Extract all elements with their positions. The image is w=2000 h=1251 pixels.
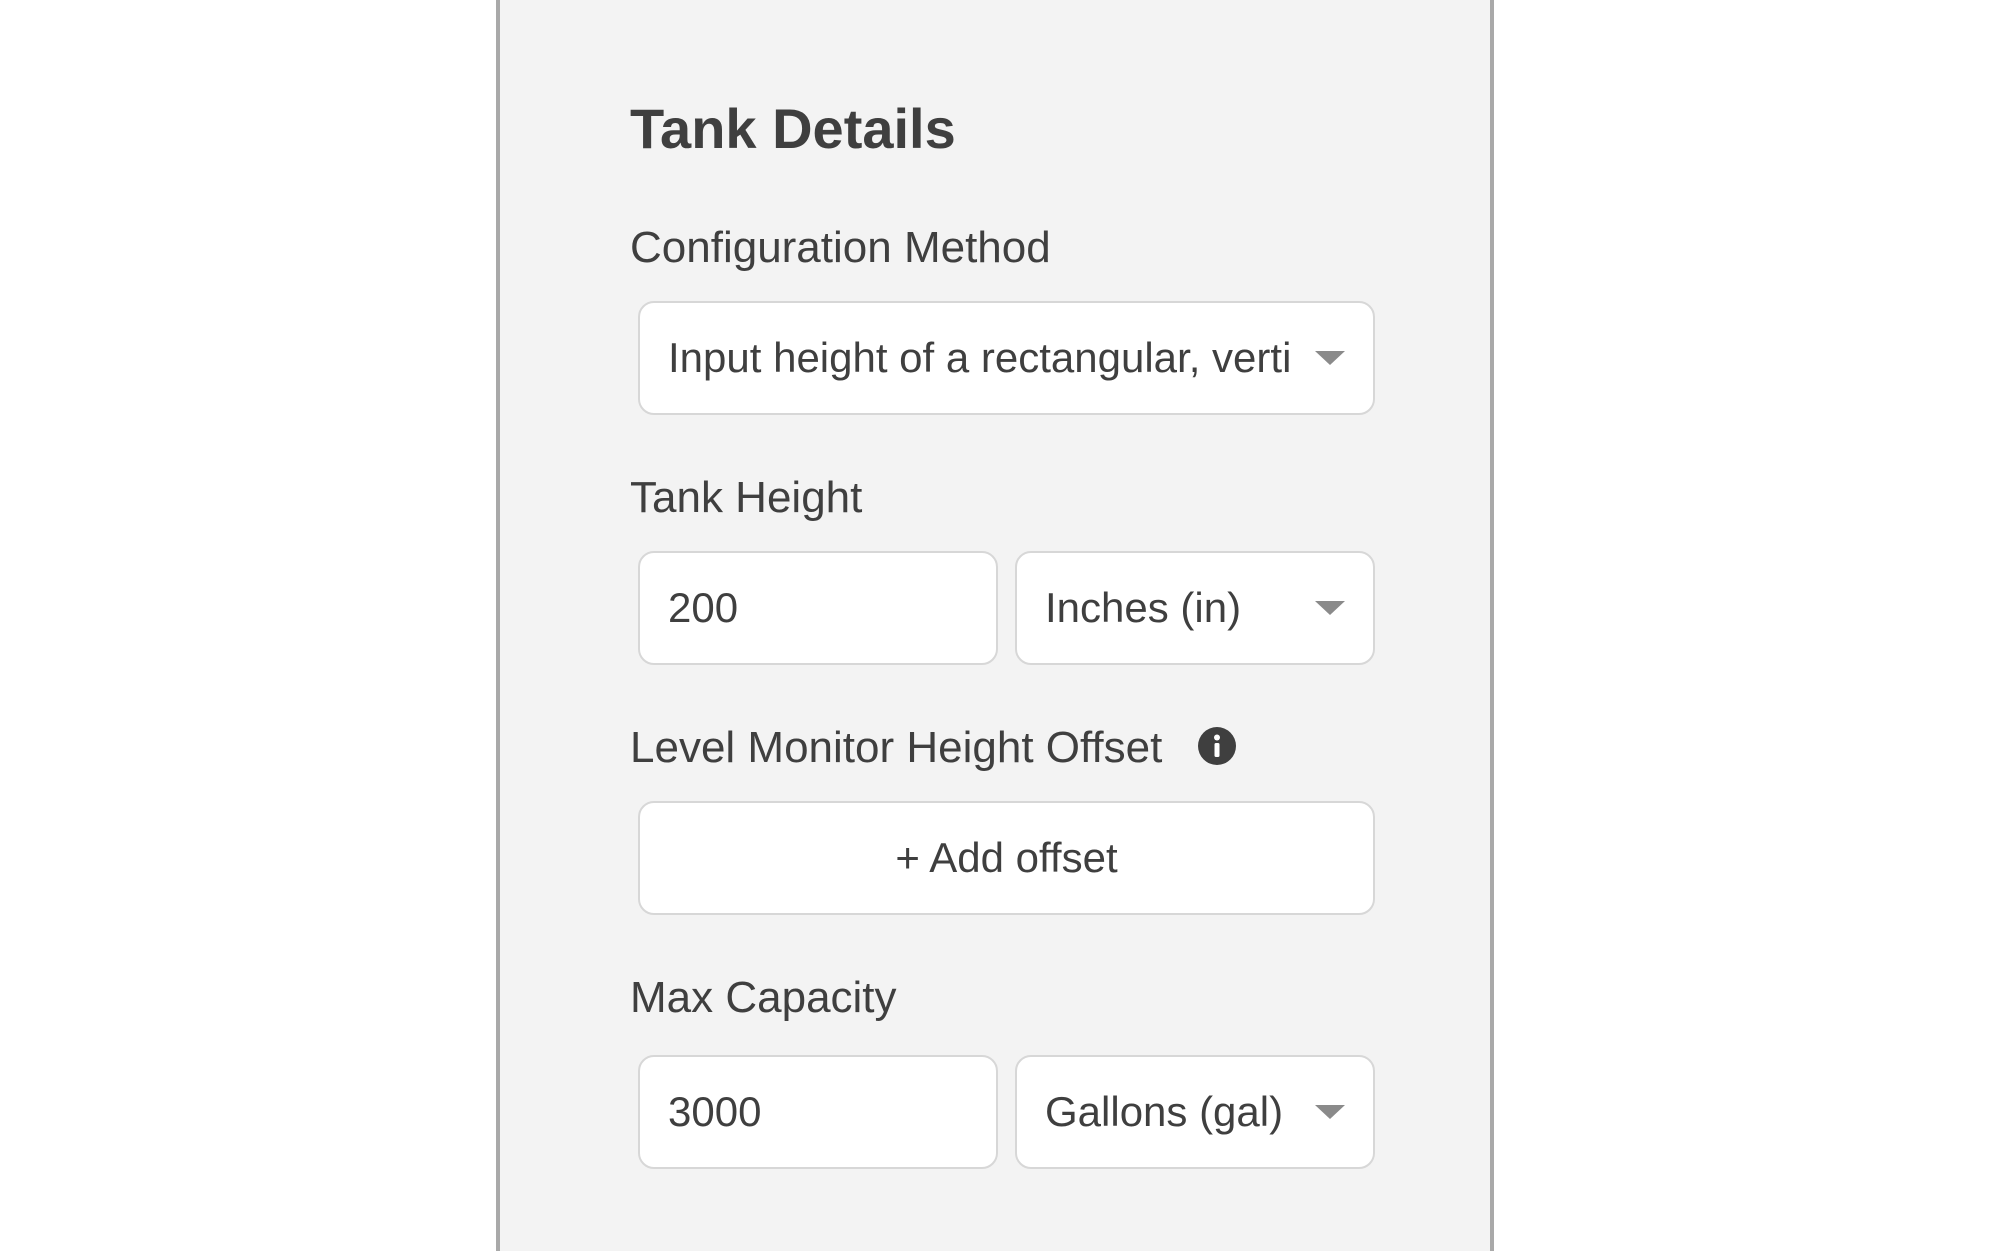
chevron-down-icon [1315, 601, 1345, 615]
max-capacity-value: 3000 [668, 1088, 762, 1135]
configuration-method-value: Input height of a rectangular, verti [668, 334, 1292, 381]
tank-height-input[interactable]: 200 [638, 551, 998, 665]
chevron-down-icon [1315, 351, 1345, 365]
configuration-method-label: Configuration Method [630, 223, 1051, 272]
section-title: Tank Details [630, 97, 956, 160]
info-icon[interactable] [1198, 727, 1236, 765]
add-offset-label: + Add offset [895, 834, 1118, 881]
tank-height-value: 200 [668, 584, 739, 631]
add-offset-button[interactable]: + Add offset [638, 801, 1375, 915]
configuration-method-select[interactable]: Input height of a rectangular, verti [638, 301, 1375, 415]
chevron-down-icon [1315, 1105, 1345, 1119]
height-offset-label: Level Monitor Height Offset [630, 723, 1163, 772]
max-capacity-input[interactable]: 3000 [638, 1055, 998, 1169]
tank-height-label: Tank Height [630, 473, 863, 522]
tank-height-unit-value: Inches (in) [1045, 584, 1242, 631]
tank-height-unit-select[interactable]: Inches (in) [1015, 551, 1375, 665]
max-capacity-label: Max Capacity [630, 973, 897, 1022]
max-capacity-unit-select[interactable]: Gallons (gal) [1015, 1055, 1375, 1169]
max-capacity-unit-value: Gallons (gal) [1045, 1088, 1284, 1135]
